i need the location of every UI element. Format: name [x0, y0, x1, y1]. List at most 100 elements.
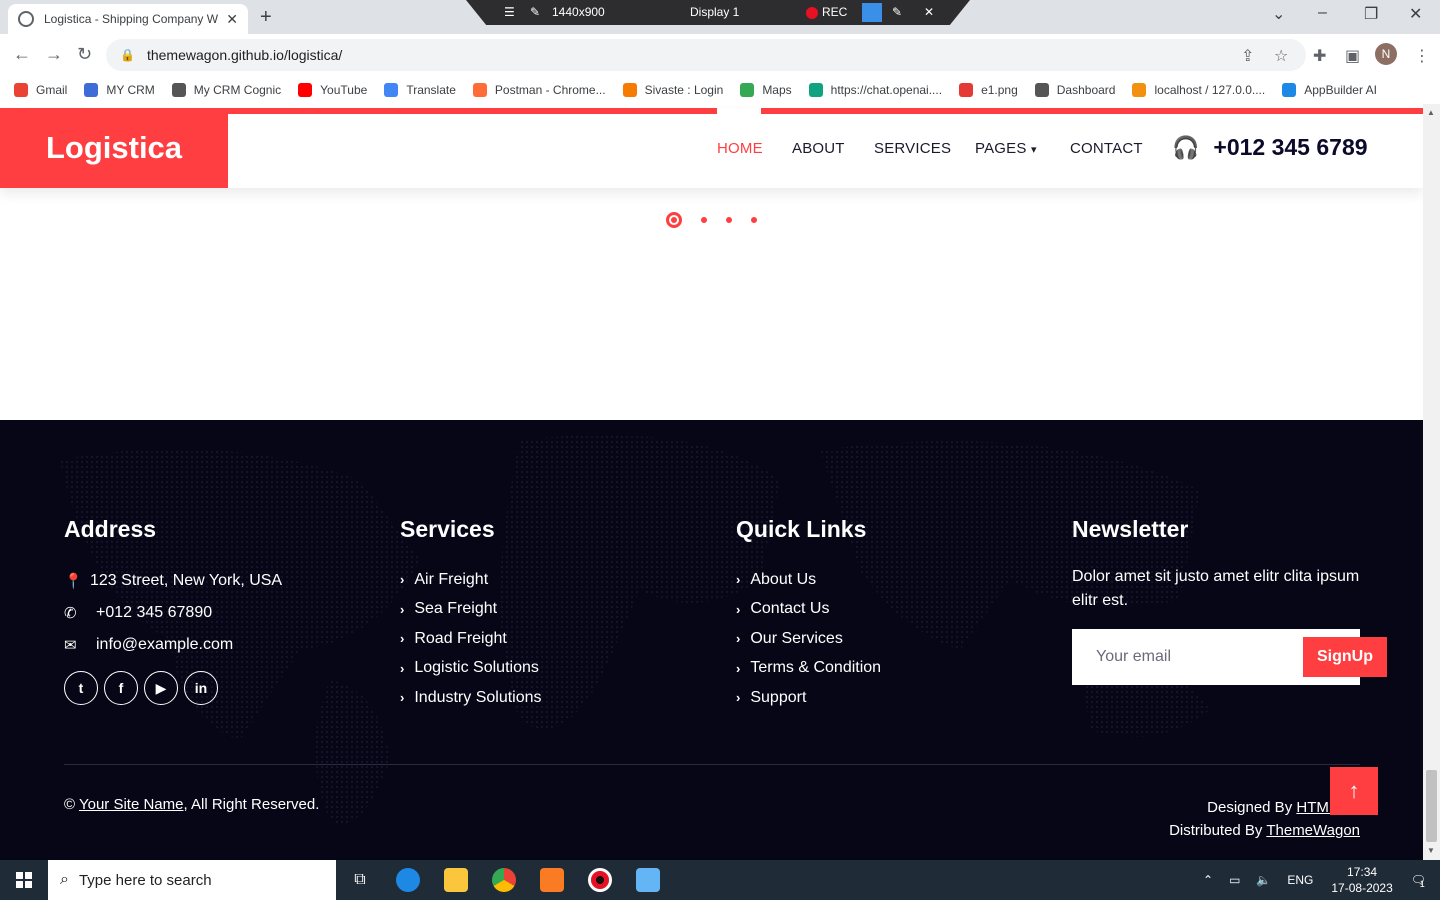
tab-search-chevron-icon[interactable]: ⌄	[1272, 4, 1285, 24]
navbar-accent-line	[228, 108, 1423, 114]
taskbar-edge[interactable]	[384, 860, 432, 900]
bookmark-item[interactable]: YouTube	[298, 83, 367, 97]
reload-icon[interactable]: ↻	[77, 44, 92, 65]
volume-icon[interactable]: 🔈	[1256, 873, 1271, 887]
new-tab-button[interactable]: +	[260, 6, 272, 29]
lock-icon[interactable]: 🔒	[120, 48, 135, 62]
service-link[interactable]: › Road Freight	[400, 624, 542, 654]
bookmark-item[interactable]: Dashboard	[1034, 83, 1115, 97]
bookmark-item[interactable]: Translate	[384, 83, 456, 97]
chevron-right-icon: ›	[736, 631, 741, 647]
nav-pages[interactable]: PAGES ▾	[975, 140, 1037, 157]
carousel-dot-1[interactable]	[666, 212, 682, 228]
bookmark-item[interactable]: https://chat.openai....	[808, 83, 942, 97]
site-logo[interactable]: Logistica	[0, 108, 228, 188]
taskbar-recorder[interactable]	[576, 860, 624, 900]
chevron-right-icon: ›	[400, 660, 405, 676]
pen-icon[interactable]: ✎	[892, 5, 902, 19]
kebab-menu-icon[interactable]: ⋮	[1414, 46, 1430, 66]
edge-icon	[396, 868, 420, 892]
bookmark-item[interactable]: Sivaste : Login	[622, 83, 723, 97]
taskbar-photos[interactable]	[624, 860, 672, 900]
side-panel-icon[interactable]: ▣	[1345, 46, 1360, 66]
site-name-link[interactable]: Your Site Name	[79, 796, 184, 813]
minimize-icon[interactable]: –	[1318, 4, 1327, 22]
url-text[interactable]: themewagon.github.io/logistica/	[147, 47, 342, 63]
carousel-dot-2[interactable]	[701, 217, 707, 223]
distributor-link[interactable]: ThemeWagon	[1266, 822, 1360, 839]
back-arrow-icon[interactable]: ←	[13, 44, 31, 65]
bookmark-item[interactable]: localhost / 127.0.0....	[1132, 83, 1265, 97]
bookmark-favicon-icon	[84, 83, 99, 97]
taskbar-clock[interactable]: 17:34 17-08-2023	[1331, 864, 1392, 896]
header-phone: 🎧 +012 345 6789	[1172, 134, 1368, 161]
nav-contact[interactable]: CONTACT	[1070, 140, 1143, 157]
copyright: © Your Site Name, All Right Reserved.	[64, 796, 320, 813]
page-scrollbar[interactable]: ▲ ▼	[1423, 104, 1440, 860]
start-button[interactable]	[0, 860, 48, 900]
quick-link[interactable]: › Support	[736, 683, 881, 713]
service-link[interactable]: › Industry Solutions	[400, 683, 542, 713]
carousel-dot-3[interactable]	[726, 217, 732, 223]
record-indicator[interactable]: REC	[806, 5, 847, 19]
quick-link[interactable]: › About Us	[736, 565, 881, 595]
chevron-right-icon: ›	[400, 572, 405, 588]
page-viewport: Logistica HOME ABOUT SERVICES PAGES ▾ CO…	[0, 104, 1423, 860]
bookmark-item[interactable]: Gmail	[14, 83, 67, 97]
restore-icon[interactable]: ❐	[1364, 4, 1378, 24]
tray-chevron-up-icon[interactable]: ⌃	[1203, 873, 1213, 887]
taskbar-file-explorer[interactable]	[432, 860, 480, 900]
bookmark-item[interactable]: AppBuilder AI	[1282, 83, 1377, 97]
newsletter-email-input[interactable]	[1096, 648, 1303, 666]
share-icon[interactable]: ⇪	[1241, 46, 1254, 66]
linkedin-icon[interactable]: in	[184, 671, 218, 705]
service-link[interactable]: › Logistic Solutions	[400, 654, 542, 684]
service-link[interactable]: › Air Freight	[400, 565, 542, 595]
close-tab-icon[interactable]: ✕	[226, 11, 238, 28]
quick-link[interactable]: › Contact Us	[736, 595, 881, 625]
nav-about[interactable]: ABOUT	[792, 140, 845, 157]
task-view-button[interactable]: ⧉	[336, 860, 384, 900]
bookmark-item[interactable]: e1.png	[959, 83, 1018, 97]
forward-arrow-icon[interactable]: →	[45, 44, 63, 65]
language-indicator[interactable]: ENG	[1287, 873, 1313, 887]
bookmark-favicon-icon	[1132, 83, 1147, 97]
scrollbar-thumb[interactable]	[1426, 770, 1437, 842]
recorder-close-icon[interactable]: ✕	[924, 5, 934, 19]
youtube-icon[interactable]: ▶	[144, 671, 178, 705]
twitter-icon[interactable]: t	[64, 671, 98, 705]
chevron-right-icon: ›	[736, 690, 741, 706]
pin-icon[interactable]: ✎	[530, 5, 540, 19]
nav-services[interactable]: SERVICES	[874, 140, 951, 157]
notification-icon[interactable]: 🗨 1	[1411, 873, 1426, 889]
newsletter-heading: Newsletter	[1072, 516, 1189, 542]
carousel-dot-4[interactable]	[751, 217, 757, 223]
menu-icon[interactable]: ☰	[504, 5, 515, 19]
service-link[interactable]: › Sea Freight	[400, 595, 542, 625]
bookmark-star-icon[interactable]: ☆	[1274, 46, 1288, 66]
profile-avatar[interactable]: N	[1375, 43, 1397, 65]
facebook-icon[interactable]: f	[104, 671, 138, 705]
taskbar-search[interactable]: ⌕ Type here to search	[48, 860, 336, 900]
quick-link[interactable]: › Terms & Condition	[736, 654, 881, 684]
scroll-down-icon[interactable]: ▼	[1427, 846, 1435, 855]
bookmark-item[interactable]: My CRM Cognic	[171, 83, 281, 97]
bookmark-item[interactable]: MY CRM	[84, 83, 155, 97]
taskbar-xampp[interactable]	[528, 860, 576, 900]
address-bar[interactable]: 🔒 themewagon.github.io/logistica/	[106, 39, 1306, 71]
nav-home[interactable]: HOME	[717, 140, 763, 157]
taskbar-chrome[interactable]	[480, 860, 528, 900]
chrome-icon	[492, 868, 516, 892]
extensions-icon[interactable]: ✚	[1313, 46, 1326, 66]
back-to-top-button[interactable]: ↑	[1330, 767, 1378, 815]
browser-tab[interactable]: Logistica - Shipping Company W ✕	[8, 4, 248, 34]
network-icon[interactable]: ▭	[1229, 873, 1240, 887]
quick-link[interactable]: › Our Services	[736, 624, 881, 654]
window-close-icon[interactable]: ✕	[1409, 4, 1422, 24]
newsletter-signup-button[interactable]: SignUp	[1303, 637, 1387, 677]
search-icon: ⌕	[60, 871, 69, 888]
recorder-window-icon[interactable]	[862, 3, 882, 22]
bookmark-item[interactable]: Postman - Chrome...	[472, 83, 606, 97]
scroll-up-icon[interactable]: ▲	[1427, 108, 1435, 117]
bookmark-item[interactable]: Maps	[740, 83, 792, 97]
